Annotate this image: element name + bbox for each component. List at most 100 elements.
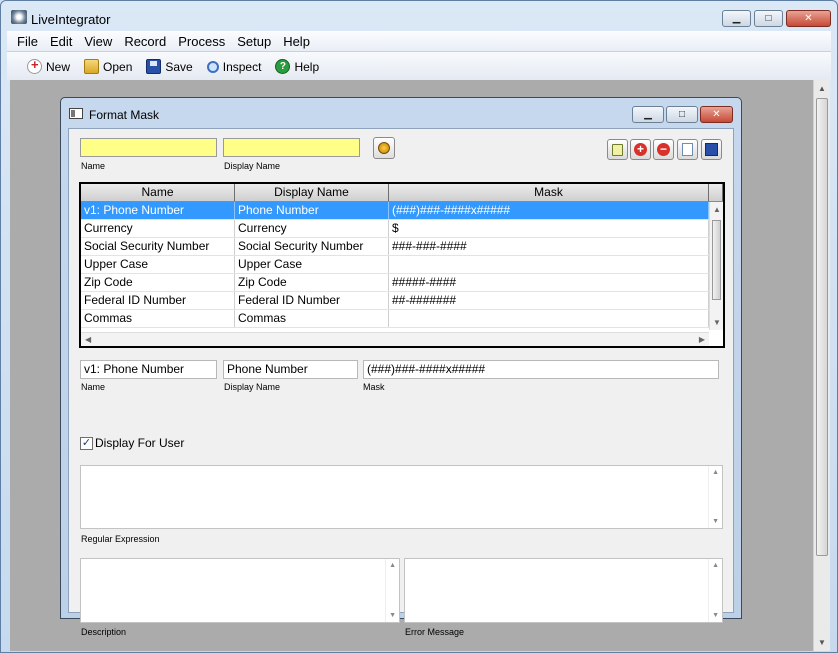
table-row[interactable]: v1: Phone Number Phone Number (###)###-#… bbox=[81, 202, 723, 220]
plus-icon: + bbox=[634, 143, 647, 156]
floppy-disk-icon bbox=[146, 59, 162, 74]
new-icon bbox=[27, 57, 42, 74]
new-button[interactable]: New bbox=[27, 57, 70, 74]
inspect-label: Inspect bbox=[222, 59, 262, 74]
table-row[interactable]: Federal ID Number Federal ID Number ##-#… bbox=[81, 292, 723, 310]
inspect-button[interactable]: Inspect bbox=[206, 59, 262, 74]
menu-record[interactable]: Record bbox=[124, 34, 166, 49]
scroll-up-arrow-icon[interactable]: ▲ bbox=[712, 469, 719, 476]
cell-mask bbox=[389, 256, 709, 273]
search-button[interactable] bbox=[373, 137, 395, 159]
format-mask-form: Name Display Name + − Name Display Name … bbox=[68, 128, 734, 637]
description-label: Description bbox=[81, 627, 127, 637]
cell-name: Federal ID Number bbox=[81, 292, 235, 309]
description-textarea[interactable]: ▲ ▼ bbox=[80, 558, 400, 623]
regular-expression-textarea[interactable]: ▲ ▼ bbox=[80, 465, 723, 529]
app-titlebar: LiveIntegrator ▁ □ ✕ bbox=[1, 1, 837, 31]
add-record-button[interactable]: + bbox=[630, 139, 651, 160]
cell-display-name: Zip Code bbox=[235, 274, 389, 291]
cell-name: Currency bbox=[81, 220, 235, 237]
table-row[interactable]: Currency Currency $ bbox=[81, 220, 723, 238]
menu-setup[interactable]: Setup bbox=[237, 34, 271, 49]
column-header-name[interactable]: Name bbox=[81, 184, 235, 201]
edit-record-button[interactable] bbox=[607, 139, 628, 160]
menubar: File Edit View Record Process Setup Help bbox=[7, 31, 831, 51]
detail-name-field[interactable]: v1: Phone Number bbox=[80, 360, 217, 379]
grid-scroll-right-icon[interactable]: ▶ bbox=[699, 335, 705, 344]
save-record-button[interactable] bbox=[701, 139, 722, 160]
menu-view[interactable]: View bbox=[84, 34, 112, 49]
detail-name-label: Name bbox=[81, 382, 106, 392]
format-mask-window: Format Mask ▁ □ ✕ Name Display Name + − … bbox=[60, 97, 742, 637]
child-maximize-button[interactable]: □ bbox=[666, 106, 698, 123]
table-row[interactable]: Upper Case Upper Case bbox=[81, 256, 723, 274]
cell-display-name: Upper Case bbox=[235, 256, 389, 273]
table-row[interactable]: Social Security Number Social Security N… bbox=[81, 238, 723, 256]
scroll-down-arrow-icon[interactable]: ▼ bbox=[712, 612, 719, 619]
cell-mask bbox=[389, 310, 709, 327]
grid-vertical-scrollbar[interactable]: ▲ ▼ bbox=[709, 202, 723, 330]
error-message-textarea[interactable]: ▲ ▼ bbox=[404, 558, 723, 623]
cell-name: v1: Phone Number bbox=[81, 202, 235, 219]
remove-record-button[interactable]: − bbox=[653, 139, 674, 160]
menu-process[interactable]: Process bbox=[178, 34, 225, 49]
app-title: LiveIntegrator bbox=[31, 12, 111, 27]
scroll-down-arrow-icon[interactable]: ▼ bbox=[389, 612, 396, 619]
detail-display-name-label: Display Name bbox=[224, 382, 281, 392]
scrollbar-thumb[interactable] bbox=[816, 98, 828, 556]
help-label: Help bbox=[294, 59, 320, 74]
menu-edit[interactable]: Edit bbox=[50, 34, 72, 49]
scroll-up-arrow-icon[interactable]: ▲ bbox=[712, 562, 719, 569]
grid-scroll-down-icon[interactable]: ▼ bbox=[713, 318, 721, 327]
grid-scroll-up-icon[interactable]: ▲ bbox=[713, 205, 721, 214]
header-corner bbox=[709, 184, 723, 201]
cell-display-name: Currency bbox=[235, 220, 389, 237]
close-button[interactable]: ✕ bbox=[786, 10, 831, 27]
help-icon: ? bbox=[275, 59, 291, 74]
format-mask-grid[interactable]: Name Display Name Mask v1: Phone Number … bbox=[79, 182, 725, 348]
menu-help[interactable]: Help bbox=[283, 34, 310, 49]
cell-name: Upper Case bbox=[81, 256, 235, 273]
table-row[interactable]: Commas Commas bbox=[81, 310, 723, 328]
filter-display-name-input[interactable] bbox=[223, 138, 360, 157]
scroll-down-arrow-icon[interactable]: ▼ bbox=[712, 518, 719, 525]
cell-mask: $ bbox=[389, 220, 709, 237]
save-label: Save bbox=[165, 59, 193, 74]
table-row[interactable]: Zip Code Zip Code #####-#### bbox=[81, 274, 723, 292]
minus-icon: − bbox=[657, 143, 670, 156]
scroll-up-arrow-icon[interactable]: ▲ bbox=[389, 562, 396, 569]
maximize-button[interactable]: □ bbox=[754, 10, 783, 27]
detail-mask-field[interactable]: (###)###-####x##### bbox=[363, 360, 719, 379]
cell-mask: #####-#### bbox=[389, 274, 709, 291]
help-button[interactable]: ? Help bbox=[275, 59, 319, 74]
cell-display-name: Social Security Number bbox=[235, 238, 389, 255]
column-header-display-name[interactable]: Display Name bbox=[235, 184, 389, 201]
workspace-vertical-scrollbar[interactable]: ▲ ▼ bbox=[813, 80, 830, 651]
floppy-disk-icon bbox=[705, 143, 718, 156]
cell-mask: (###)###-####x##### bbox=[389, 202, 709, 219]
cell-display-name: Federal ID Number bbox=[235, 292, 389, 309]
menu-file[interactable]: File bbox=[17, 34, 38, 49]
minimize-button[interactable]: ▁ bbox=[722, 10, 751, 27]
grid-scroll-left-icon[interactable]: ◀ bbox=[85, 335, 91, 344]
child-minimize-button[interactable]: ▁ bbox=[632, 106, 664, 123]
app-logo-icon bbox=[11, 10, 27, 24]
scroll-down-arrow-icon[interactable]: ▼ bbox=[818, 638, 826, 647]
save-button[interactable]: Save bbox=[146, 59, 193, 74]
folder-open-icon bbox=[84, 59, 100, 74]
child-close-button[interactable]: ✕ bbox=[700, 106, 733, 123]
open-button[interactable]: Open bbox=[84, 59, 132, 74]
column-header-mask[interactable]: Mask bbox=[389, 184, 709, 201]
copy-icon bbox=[682, 143, 693, 156]
filter-name-input[interactable] bbox=[80, 138, 217, 157]
cell-name: Social Security Number bbox=[81, 238, 235, 255]
grid-header: Name Display Name Mask bbox=[81, 184, 723, 202]
display-for-user-checkbox[interactable]: ✓ bbox=[80, 437, 93, 450]
grid-scrollbar-thumb[interactable] bbox=[712, 220, 721, 300]
grid-horizontal-scrollbar[interactable]: ◀ ▶ bbox=[81, 332, 709, 346]
detail-mask-label: Mask bbox=[363, 382, 385, 392]
copy-record-button[interactable] bbox=[677, 139, 698, 160]
scroll-up-arrow-icon[interactable]: ▲ bbox=[818, 84, 826, 93]
magnifier-icon bbox=[206, 60, 219, 73]
detail-display-name-field[interactable]: Phone Number bbox=[223, 360, 358, 379]
